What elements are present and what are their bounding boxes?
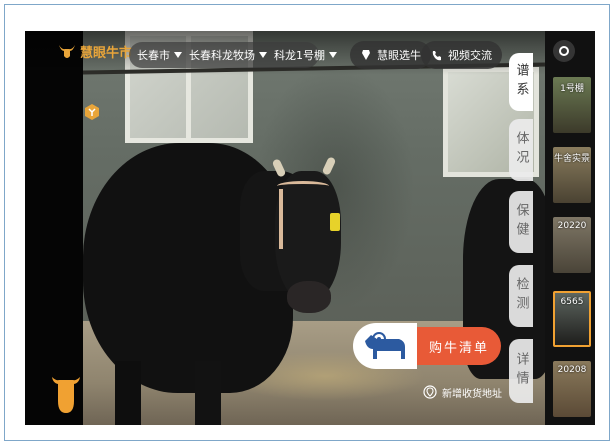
buy-list-label: 购牛清单 <box>417 327 501 365</box>
tab-label: 保健 <box>513 203 529 241</box>
video-chat-button[interactable]: 视频交流 <box>421 41 502 69</box>
smart-select-button[interactable]: 慧眼选牛 <box>350 41 431 69</box>
add-address-link[interactable]: 新增收货地址 <box>423 381 502 403</box>
thumbnail-1[interactable]: 1号棚 <box>553 77 591 133</box>
city-dropdown[interactable]: 长春市 <box>137 47 182 63</box>
bull-head-icon <box>59 45 75 58</box>
app-view: 慧眼牛市 长春市 长春科龙牧场 科龙1号棚 慧眼选牛 视频交流 1号棚 牛舍实景… <box>25 31 595 425</box>
bull-fab-icon[interactable] <box>49 371 83 415</box>
tab-pedigree[interactable]: 谱系 <box>509 53 533 111</box>
eye-toggle-button[interactable] <box>553 40 575 62</box>
smart-select-icon <box>362 50 370 60</box>
eye-toggle-icon <box>559 46 569 56</box>
tab-label: 详情 <box>513 352 529 390</box>
chevron-down-icon <box>174 52 182 58</box>
video-call-icon <box>432 51 441 61</box>
farm-label: 长春科龙牧场 <box>189 49 255 62</box>
ear-tag <box>330 213 340 231</box>
top-bar: 慧眼牛市 长春市 长春科龙牧场 科龙1号棚 慧眼选牛 视频交流 <box>25 31 569 75</box>
thumbnail-2[interactable]: 牛舍实景 <box>553 147 591 203</box>
tab-label: 检测 <box>513 277 529 315</box>
tab-condition[interactable]: 体况 <box>509 119 533 181</box>
cow-halter <box>277 181 329 191</box>
cow-muzzle <box>287 281 331 313</box>
barn-dropdown[interactable]: 科龙1号棚 <box>274 47 337 63</box>
add-address-label: 新增收货地址 <box>442 388 502 400</box>
buy-list-cow-badge <box>353 323 417 369</box>
thumbnail-label: 20208 <box>557 365 587 375</box>
logo-text: 慧眼牛市 <box>80 45 133 61</box>
thumbnail-label: 牛舍实景 <box>553 154 590 164</box>
location-selector[interactable]: 长春市 长春科龙牧场 科龙1号棚 <box>129 42 337 68</box>
page-frame: 慧眼牛市 长春市 长春科龙牧场 科龙1号棚 慧眼选牛 视频交流 1号棚 牛舍实景… <box>4 4 610 441</box>
tab-inspection[interactable]: 检测 <box>509 265 533 327</box>
thumbnail-label: 20220 <box>557 221 587 231</box>
thumbnail-label: 6565 <box>560 297 584 307</box>
thumbnail-label: 1号棚 <box>560 84 584 94</box>
left-shadow <box>25 31 83 425</box>
video-chat-label: 视频交流 <box>448 49 492 62</box>
buy-list-button[interactable]: 购牛清单 <box>353 323 501 369</box>
chevron-down-icon <box>259 52 267 58</box>
cow-halter-strap <box>279 189 283 249</box>
thumbnail-3[interactable]: 20220 <box>553 217 591 273</box>
app-logo[interactable]: 慧眼牛市 <box>57 40 132 62</box>
map-pin-icon <box>423 385 437 399</box>
hexagon-badge-icon[interactable] <box>83 103 101 121</box>
tab-label: 谱系 <box>513 63 529 101</box>
tab-label: 体况 <box>513 131 529 169</box>
barn-label: 科龙1号棚 <box>274 49 325 62</box>
smart-select-label: 慧眼选牛 <box>377 49 421 62</box>
chevron-down-icon <box>329 52 337 58</box>
farm-dropdown[interactable]: 长春科龙牧场 <box>189 47 267 63</box>
cow-leg <box>195 361 221 425</box>
tab-details[interactable]: 详情 <box>509 339 533 403</box>
camera-thumbnail-rail: 1号棚 牛舍实景 20220 6565 20208 <box>545 31 595 425</box>
city-label: 长春市 <box>137 49 170 62</box>
cow-leg <box>115 361 141 425</box>
tab-healthcare[interactable]: 保健 <box>509 191 533 253</box>
cow-icon <box>365 332 405 359</box>
thumbnail-5[interactable]: 20208 <box>553 361 591 417</box>
thumbnail-4-selected[interactable]: 6565 <box>553 291 591 347</box>
